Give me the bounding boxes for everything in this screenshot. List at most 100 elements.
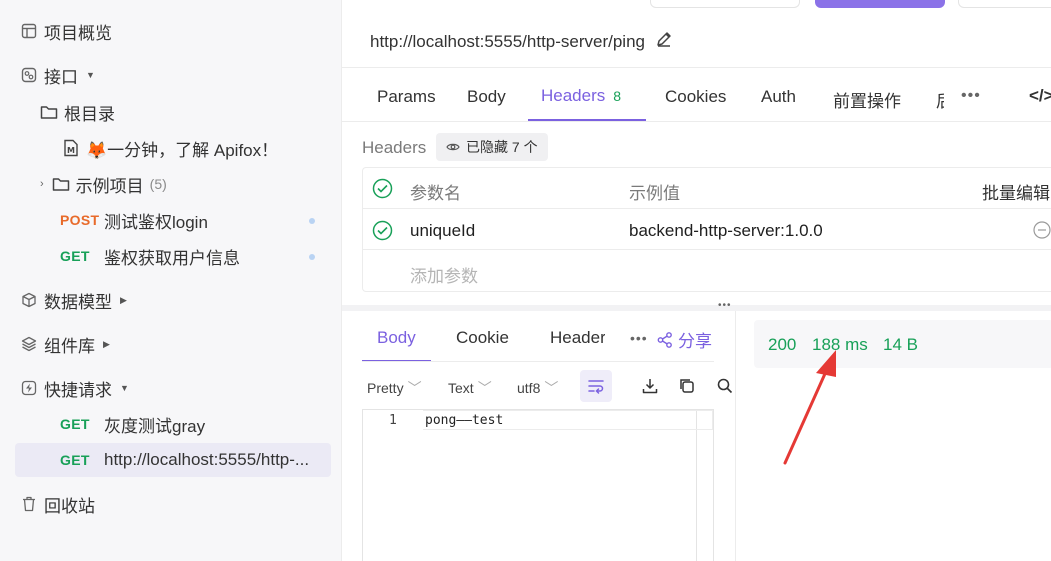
- col-example-value: 示例值: [629, 184, 680, 203]
- tab-cut-off[interactable]: 后: [936, 87, 944, 112]
- unsaved-dot: [309, 218, 315, 224]
- row-check-icon[interactable]: [372, 220, 393, 246]
- layout-icon: [20, 22, 38, 40]
- nav-data-models[interactable]: 数据模型 ▶: [20, 283, 127, 317]
- col-param-name: 参数名: [410, 184, 461, 203]
- request-url-line: http://localhost:5555/http-server/ping: [370, 30, 673, 53]
- caret-down-icon[interactable]: ▼: [86, 70, 95, 80]
- sidebar: 项目概览 接口 ▼ 根目录 M 🦊一分钟，了解 Apifox！ › 示例项目 (…: [0, 0, 342, 561]
- method-badge: GET: [60, 248, 90, 264]
- nav-quick-requests[interactable]: 快捷请求 ▼: [20, 371, 129, 405]
- bulk-edit-button[interactable]: 批量编辑: [982, 179, 1050, 204]
- hidden-headers-label: 已隐藏 7 个: [466, 139, 538, 155]
- editor-scrollbar-line: [696, 410, 697, 561]
- request-url: http://localhost:5555/http-server/ping: [370, 31, 645, 51]
- api-item-userinfo[interactable]: GET 鉴权获取用户信息: [60, 239, 240, 273]
- nav-project-overview[interactable]: 项目概览: [20, 14, 112, 48]
- copy-icon[interactable]: [677, 376, 697, 396]
- method-badge: GET: [60, 416, 90, 432]
- nav-label: 快捷请求: [44, 380, 112, 400]
- select-all-check-icon[interactable]: [372, 178, 393, 204]
- divider: [363, 208, 1051, 209]
- chevron-down-icon: ﹀: [407, 380, 422, 396]
- divider: [342, 67, 1051, 68]
- drag-handle-icon[interactable]: •••: [718, 300, 732, 311]
- quick-request-gray[interactable]: GET 灰度测试gray: [60, 407, 205, 441]
- annotation-arrow-icon: [783, 350, 836, 465]
- folder-count: (5): [149, 176, 167, 192]
- save-button-stub[interactable]: [958, 0, 1051, 8]
- encoding-select[interactable]: utf8 ﹀: [517, 378, 558, 398]
- nav-interfaces[interactable]: 接口 ▼: [20, 58, 95, 92]
- tab-headers-label: Headers: [541, 86, 606, 105]
- line-gutter: [363, 410, 423, 561]
- remove-row-icon[interactable]: [1033, 221, 1051, 244]
- folder-label: 示例项目: [75, 176, 144, 196]
- share-label: 分享: [678, 332, 712, 351]
- nav-label: 组件库: [44, 336, 95, 356]
- nav-trash[interactable]: 回收站: [20, 487, 95, 521]
- api-name: http://localhost:5555/http-...: [104, 450, 310, 469]
- tab-pre-ops[interactable]: 前置操作: [833, 87, 901, 112]
- chevron-right-icon[interactable]: ›: [40, 178, 44, 190]
- hidden-headers-pill[interactable]: 已隐藏 7 个: [436, 133, 548, 161]
- divider: [363, 249, 1051, 250]
- caret-right-icon[interactable]: ▶: [120, 295, 127, 306]
- share-button[interactable]: 分享: [656, 327, 712, 352]
- nav-components[interactable]: 组件库 ▶: [20, 327, 110, 361]
- folder-icon: [40, 103, 58, 121]
- folder-examples[interactable]: › 示例项目 (5): [40, 167, 167, 201]
- download-icon[interactable]: [640, 376, 660, 396]
- code-line: pong——test: [425, 413, 504, 428]
- code-icon[interactable]: </>: [1029, 86, 1051, 106]
- send-button-stub[interactable]: [815, 0, 945, 8]
- cube-icon: [20, 291, 38, 309]
- doc-item[interactable]: M 🦊一分钟，了解 Apifox！: [62, 131, 278, 165]
- divider: [362, 361, 714, 362]
- folder-root[interactable]: 根目录: [40, 95, 115, 129]
- edit-pencil-icon[interactable]: [655, 30, 673, 53]
- divider-vertical: [735, 311, 736, 561]
- doc-label: 🦊一分钟，了解 Apifox！: [86, 140, 279, 160]
- folder-label: 根目录: [64, 104, 115, 124]
- tab-params[interactable]: Params: [377, 87, 436, 107]
- tab-response-body[interactable]: Body: [377, 328, 416, 348]
- word-wrap-icon[interactable]: [580, 370, 612, 402]
- search-icon[interactable]: [715, 376, 735, 396]
- unsaved-dot: [309, 254, 315, 260]
- chevron-down-icon: ﹀: [544, 380, 559, 396]
- format-select-text[interactable]: Text ﹀: [448, 378, 492, 398]
- format-label: Pretty: [367, 380, 404, 396]
- tab-response-cookie[interactable]: Cookie: [456, 328, 509, 348]
- api-item-login[interactable]: POST 测试鉴权login: [60, 203, 208, 237]
- divider: [342, 121, 1051, 122]
- tab-headers[interactable]: Headers 8: [541, 86, 621, 106]
- header-value-cell[interactable]: backend-http-server:1.0.0: [629, 221, 823, 241]
- header-name-cell[interactable]: uniqueId: [410, 221, 475, 241]
- tab-cookies[interactable]: Cookies: [665, 87, 726, 107]
- more-icon[interactable]: •••: [630, 330, 648, 346]
- api-icon: [20, 66, 38, 84]
- line-number: 1: [389, 413, 397, 428]
- nav-label: 数据模型: [44, 292, 112, 312]
- headers-section-label: Headers: [362, 138, 427, 157]
- markdown-icon: M: [62, 139, 80, 157]
- caret-right-icon[interactable]: ▶: [103, 339, 110, 350]
- tab-auth[interactable]: Auth: [761, 87, 796, 107]
- quick-request-ping[interactable]: GET http://localhost:5555/http-...: [60, 443, 309, 477]
- caret-down-icon[interactable]: ▼: [120, 383, 129, 393]
- method-badge: GET: [60, 452, 90, 468]
- more-tabs-icon[interactable]: •••: [961, 87, 981, 105]
- format-label: Text: [448, 380, 474, 396]
- response-editor[interactable]: 1 pong——test: [362, 409, 714, 561]
- panel-splitter[interactable]: [342, 305, 1051, 311]
- layers-icon: [20, 335, 38, 353]
- format-select-pretty[interactable]: Pretty ﹀: [367, 378, 422, 398]
- method-select-stub[interactable]: [650, 0, 800, 8]
- nav-label: 项目概览: [44, 23, 112, 43]
- method-badge: POST: [60, 212, 100, 228]
- add-param-input[interactable]: 添加参数: [410, 262, 478, 287]
- tab-response-header[interactable]: Header: [550, 328, 605, 348]
- tab-body[interactable]: Body: [467, 87, 506, 107]
- folder-icon: [52, 175, 70, 193]
